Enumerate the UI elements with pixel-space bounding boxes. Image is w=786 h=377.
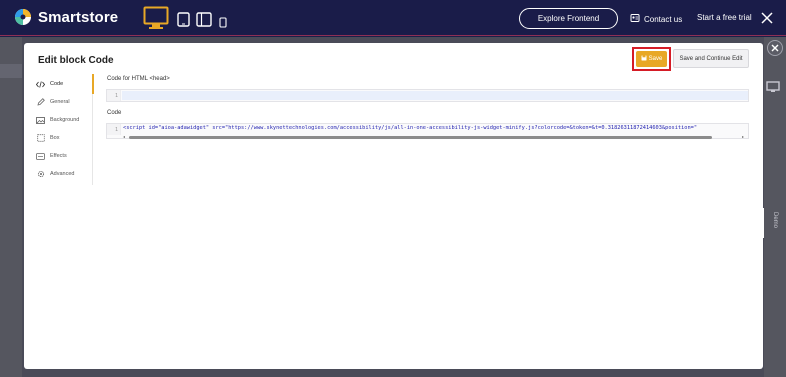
active-line-highlight <box>122 91 748 100</box>
explore-frontend-button[interactable]: Explore Frontend <box>519 8 618 29</box>
tab-general-label: General <box>50 99 70 105</box>
smartstore-logo-icon <box>14 8 32 26</box>
tablet-icon[interactable] <box>177 12 190 32</box>
scrollbar-thumb[interactable] <box>129 136 712 139</box>
scroll-left-icon[interactable]: ◂ <box>123 135 127 139</box>
brand[interactable]: Smartstore <box>14 8 118 26</box>
code-line-content: <script id="aioa-adawidget" src="https:/… <box>123 125 698 131</box>
head-code-editor[interactable]: 1 <box>106 89 749 102</box>
gear-icon <box>36 170 45 179</box>
save-button-label: Save <box>648 56 663 62</box>
box-icon <box>36 134 45 143</box>
tab-advanced-label: Advanced <box>50 171 75 177</box>
save-icon <box>641 55 647 63</box>
tab-advanced[interactable]: Advanced <box>36 166 92 182</box>
line-number: 1 <box>107 90 121 101</box>
edit-block-modal: Edit block Code Save Save and Continue E… <box>24 43 763 369</box>
image-icon <box>36 116 45 125</box>
close-icon[interactable] <box>761 11 773 29</box>
modal-close-icon <box>771 44 779 52</box>
save-and-continue-button[interactable]: Save and Continue Edit <box>673 49 749 68</box>
top-bar: Smartstore Explore Frontend Contact us S… <box>0 0 786 36</box>
pencil-icon <box>36 98 45 107</box>
tab-general[interactable]: General <box>36 94 92 110</box>
monitor-icon <box>766 80 780 98</box>
effects-icon <box>36 152 45 161</box>
save-button[interactable]: Save <box>636 51 667 67</box>
active-tab-indicator <box>92 74 94 94</box>
tab-effects-label: Effects <box>50 153 67 159</box>
tab-code-label: Code <box>50 81 64 87</box>
contact-us-label: Contact us <box>644 14 683 24</box>
tablet-landscape-icon[interactable] <box>196 12 212 32</box>
desktop-icon[interactable] <box>143 6 169 35</box>
save-button-highlight: Save <box>632 47 671 71</box>
horizontal-scrollbar[interactable]: ◂ ▸ <box>123 135 747 139</box>
tab-background-label: Background <box>50 117 80 123</box>
line-number: 1 <box>107 124 121 135</box>
tab-effects[interactable]: Effects <box>36 148 92 164</box>
background-panel-left <box>0 37 22 377</box>
start-free-trial-link[interactable]: Start a free trial <box>697 13 752 22</box>
head-code-label: Code for HTML <head> <box>107 76 170 82</box>
block-settings-nav: Code General Background Box Effects Adva… <box>36 74 94 185</box>
modal-close-button[interactable] <box>767 40 783 56</box>
contact-us-link[interactable]: Contact us <box>630 13 682 25</box>
background-toolbar <box>0 64 22 78</box>
modal-title: Edit block Code <box>38 55 114 66</box>
mobile-icon[interactable] <box>219 15 227 33</box>
contact-icon <box>630 13 640 25</box>
scroll-right-icon[interactable]: ▸ <box>742 135 746 139</box>
code-editor[interactable]: 1 <script id="aioa-adawidget" src="https… <box>106 123 749 139</box>
tab-code[interactable]: Code <box>36 76 92 92</box>
tab-box[interactable]: Box <box>36 130 92 146</box>
code-icon <box>36 80 45 89</box>
background-demo-label: Demo <box>772 212 778 229</box>
tab-background[interactable]: Background <box>36 112 92 128</box>
code-label: Code <box>107 110 122 116</box>
tab-box-label: Box <box>50 135 60 141</box>
brand-name: Smartstore <box>38 8 119 26</box>
